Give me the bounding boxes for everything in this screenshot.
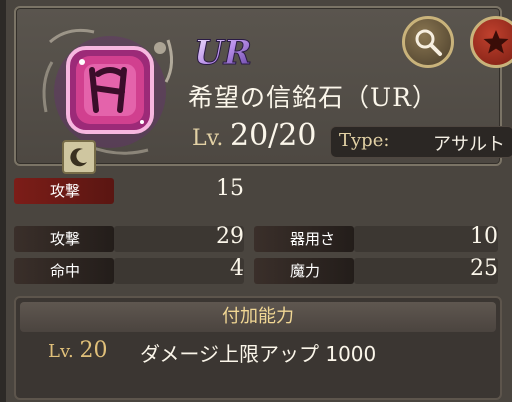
stat-row-dexterity: 器用さ 10: [254, 224, 498, 252]
search-button[interactable]: [402, 16, 454, 68]
item-icon-frame: [38, 22, 178, 174]
ability-title: 付加能力: [20, 302, 496, 332]
ability-panel: 付加能力 Lv. 20 ダメージ上限アップ 1000: [14, 296, 502, 400]
stat-label: 攻撃: [14, 226, 114, 252]
magnifier-icon: [415, 29, 442, 56]
type-pill: Type: アサルト: [330, 126, 512, 158]
rarity-text: UR: [194, 33, 252, 72]
stat-value: 29: [216, 224, 244, 249]
level-value: 20/20: [230, 118, 317, 153]
stat-row-magic: 魔力 25: [254, 256, 498, 284]
ability-level-label: Lv.: [48, 341, 74, 362]
stat-row-attack: 攻撃 29: [14, 224, 244, 252]
item-detail-card: UR 希望の信銘石（UR） Lv. 20/20 Type: アサルト: [14, 6, 512, 174]
stat-value: 4: [230, 256, 244, 281]
type-value: アサルト: [433, 134, 505, 155]
stat-value: 15: [216, 176, 244, 201]
favorite-button[interactable]: [470, 16, 512, 68]
type-label: Type:: [339, 130, 390, 151]
stat-label: 攻撃: [14, 178, 114, 204]
stat-label: 命中: [14, 258, 114, 284]
stat-label: 魔力: [254, 258, 354, 284]
level-label: Lv.: [192, 126, 224, 151]
stat-label: 器用さ: [254, 226, 354, 252]
item-name: 希望の信銘石（UR）: [188, 83, 438, 112]
rarity-badge: UR: [194, 33, 253, 73]
background-edge: [0, 0, 6, 402]
stat-row-attack-main: 攻撃 15: [14, 176, 244, 204]
crescent-icon: [62, 140, 96, 174]
ability-description: ダメージ上限アップ 1000: [140, 342, 377, 366]
ability-level: Lv. 20: [48, 338, 107, 363]
ability-level-value: 20: [79, 338, 108, 363]
stat-value: 25: [470, 256, 498, 281]
star-icon: [483, 30, 509, 54]
stat-row-accuracy: 命中 4: [14, 256, 244, 284]
stat-value: 10: [470, 224, 498, 249]
pink-rune-gem-icon: [42, 28, 173, 155]
